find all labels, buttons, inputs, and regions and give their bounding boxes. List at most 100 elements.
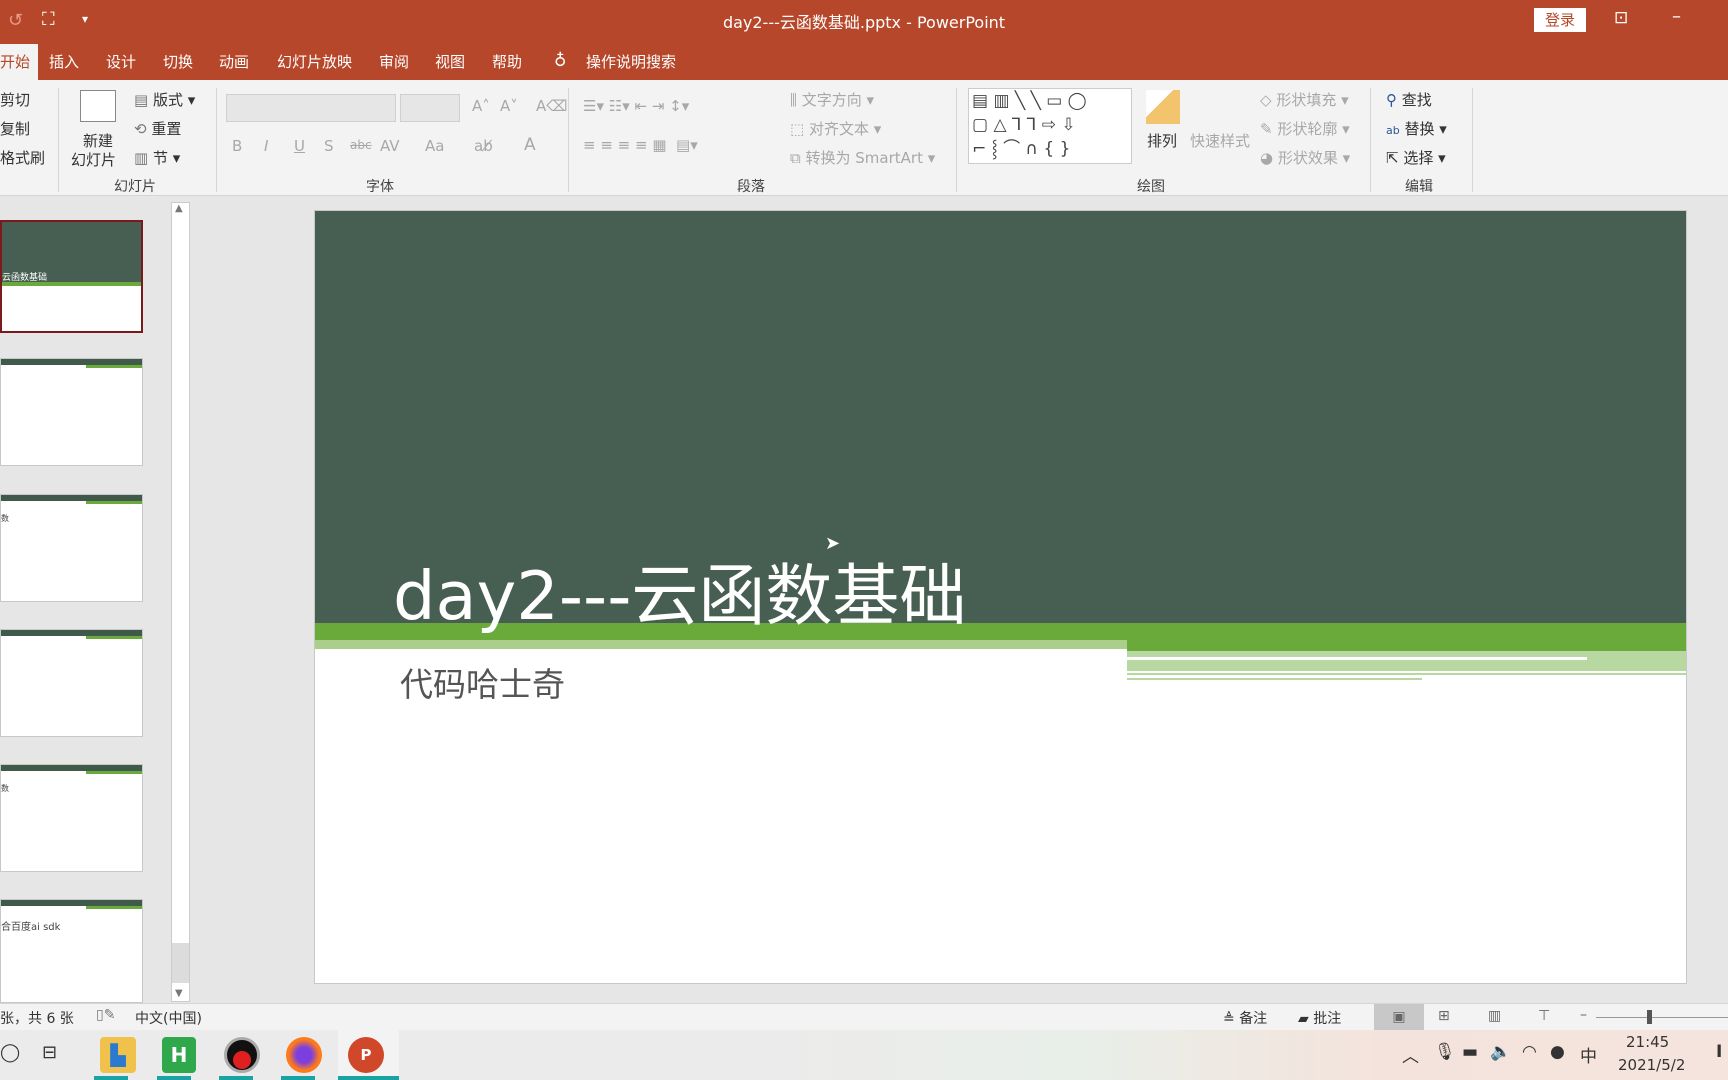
light-green-band [315, 640, 1127, 649]
strikethrough-button[interactable]: abc [350, 138, 372, 152]
show-hidden-icons[interactable]: ︿ [1402, 1042, 1419, 1067]
scroll-thumb[interactable] [172, 943, 189, 983]
new-slide-label[interactable]: 新建 [83, 130, 113, 151]
stripe-line [1422, 673, 1686, 675]
shadow-button[interactable]: S [324, 137, 334, 155]
format-painter-button[interactable]: 格式刷 [0, 147, 45, 168]
reset-button: ⟲ 重置 [134, 120, 182, 138]
tab-animations[interactable]: 动画 [219, 51, 249, 72]
quick-styles-button[interactable]: 快速样式 [1190, 130, 1250, 151]
thumbnail-6[interactable]: 合百度ai sdk [0, 899, 143, 1003]
slide-sorter-button[interactable]: ⊞ [1438, 1008, 1450, 1024]
tab-slideshow[interactable]: 幻灯片放映 [277, 51, 352, 72]
tab-transitions[interactable]: 切换 [163, 51, 193, 72]
ribbon-display-icon[interactable]: ⊡ [1614, 8, 1628, 28]
new-slide-button[interactable]: 幻灯片 [71, 149, 116, 170]
align-text-button: ⬚ 对齐文本 ▾ [790, 120, 882, 138]
tab-insert[interactable]: 插入 [49, 51, 79, 72]
shape-effects-button: ◕ 形状效果 ▾ [1260, 149, 1351, 167]
wifi-icon[interactable]: ◠ [1522, 1042, 1537, 1062]
notes-button: ≜ 备注 [1223, 1011, 1268, 1027]
spellcheck-icon[interactable]: ▯✎ [96, 1007, 115, 1023]
shapes-gallery[interactable]: ▤ ▥ ╲ ╲ ▭ ◯ ▢ △ ⅂ ⅂ ⇨ ⇩ ⌐ ⸾ ⌒ ∩ { } [968, 88, 1132, 164]
reading-view-button[interactable]: ▥ [1488, 1008, 1501, 1024]
font-name-select[interactable] [226, 94, 396, 122]
thumbnail-3[interactable]: 数 [0, 494, 143, 602]
align-text-icon: ⬚ [790, 120, 805, 138]
search-icon: ⚲ [1386, 91, 1397, 109]
volume-icon[interactable]: 🔈 [1490, 1042, 1511, 1062]
thumbnail-1[interactable]: 云函数基础 [0, 220, 143, 333]
stripe-block [1127, 651, 1686, 671]
align-icons[interactable]: ≡ ≡ ≡ ≡ ▦ ▤▾ [583, 136, 698, 154]
group-label-font: 字体 [366, 179, 394, 195]
highlight-icon[interactable]: ab̸ [474, 137, 493, 155]
clear-format-icon[interactable]: A⌫ [536, 97, 567, 115]
title-bar: ↺ ⛶ ▾ day2---云函数基础.pptx - PowerPoint 登录 … [0, 0, 1728, 44]
tab-home[interactable]: 开始 [0, 44, 39, 80]
cut-button[interactable]: 剪切 [0, 89, 30, 110]
normal-view-button[interactable]: ▣ [1374, 1004, 1424, 1030]
search-icon[interactable]: ◯ [0, 1042, 20, 1063]
stripe-line [1127, 678, 1422, 680]
recorder-icon[interactable] [224, 1037, 260, 1073]
copy-button[interactable]: 复制 [0, 118, 30, 139]
task-view-icon[interactable]: ⊟ [42, 1042, 57, 1063]
scroll-down-icon[interactable]: ▼ [175, 988, 183, 999]
login-button[interactable]: 登录 [1534, 8, 1586, 32]
firefox-icon[interactable] [286, 1037, 322, 1073]
running-indicator [219, 1076, 253, 1080]
slide-title[interactable]: day2---云函数基础 [393, 563, 966, 630]
grow-font-icon[interactable]: A˄ [472, 97, 490, 115]
replace-button: ab 替换 ▾ [1386, 120, 1447, 138]
thumbnail-4[interactable] [0, 629, 143, 737]
tab-review[interactable]: 审阅 [379, 51, 409, 72]
layout-button: ▤ 版式 ▾ [134, 91, 196, 109]
bold-button[interactable]: B [232, 137, 242, 155]
hbuilder-icon[interactable]: H [162, 1037, 196, 1073]
tell-me-search[interactable]: 操作说明搜索 [586, 51, 676, 72]
italic-button[interactable]: I [264, 137, 268, 155]
comments-button: ▰ 批注 [1298, 1011, 1342, 1027]
text-direction-icon: ⫼ [790, 91, 797, 109]
shrink-font-icon[interactable]: A˅ [500, 97, 518, 115]
font-color-button[interactable]: A [524, 135, 536, 155]
clock-time[interactable]: 21:45 [1626, 1033, 1669, 1051]
ime-indicator[interactable]: 中 [1580, 1042, 1597, 1067]
scroll-up-icon[interactable]: ▲ [175, 203, 183, 214]
slide-thumbnails-pane: 云函数基础 数 数 合百度ai sdk ▲ ▼ [0, 196, 196, 1003]
battery-icon[interactable]: ▬ [1462, 1042, 1478, 1062]
thumbnail-2[interactable] [0, 358, 143, 466]
window-title: day2---云函数基础.pptx - PowerPoint [722, 13, 1006, 32]
thumbnail-5[interactable]: 数 [0, 764, 143, 872]
notifications-icon[interactable]: I [1716, 1042, 1722, 1062]
tab-view[interactable]: 视图 [435, 51, 465, 72]
zoom-out-button[interactable]: – [1580, 1007, 1587, 1023]
language-status[interactable]: 中文(中国) [135, 1008, 202, 1028]
slide-canvas[interactable]: day2---云函数基础 代码哈士奇 ➤ [314, 210, 1687, 984]
slide-subtitle[interactable]: 代码哈士奇 [400, 658, 565, 706]
change-case-button[interactable]: Aa [425, 137, 444, 155]
zoom-slider[interactable] [1596, 1017, 1728, 1018]
zoom-slider-thumb[interactable] [1647, 1010, 1652, 1024]
minimize-button[interactable]: – [1672, 6, 1681, 27]
bullets-icon[interactable]: ☰▾ ☷▾ ⇤ ⇥ ↕▾ [583, 97, 689, 115]
group-label-slides: 幻灯片 [114, 179, 156, 195]
group-label-paragraph: 段落 [737, 179, 765, 195]
font-size-select[interactable] [400, 94, 460, 122]
slideshow-button[interactable]: ⊤ [1538, 1008, 1550, 1024]
tab-design[interactable]: 设计 [106, 51, 136, 72]
file-explorer-icon[interactable]: ▙ [100, 1037, 136, 1073]
char-spacing-button[interactable]: AV [380, 137, 400, 155]
powerpoint-icon[interactable]: P [348, 1037, 384, 1073]
lightbulb-icon: ♁ [554, 51, 567, 71]
thumbnails-scrollbar[interactable]: ▲ ▼ [171, 202, 190, 1002]
qq-icon[interactable]: ● [1550, 1042, 1565, 1062]
arrange-button[interactable]: 排列 [1147, 130, 1177, 151]
clock-date[interactable]: 2021/5/2 [1618, 1056, 1685, 1074]
notes-icon: ≜ [1223, 1011, 1235, 1027]
layout-icon: ▤ [134, 91, 149, 109]
microphone-icon[interactable]: 🎙 [1434, 1042, 1456, 1062]
underline-button[interactable]: U [294, 137, 305, 155]
tab-help[interactable]: 帮助 [492, 51, 522, 72]
